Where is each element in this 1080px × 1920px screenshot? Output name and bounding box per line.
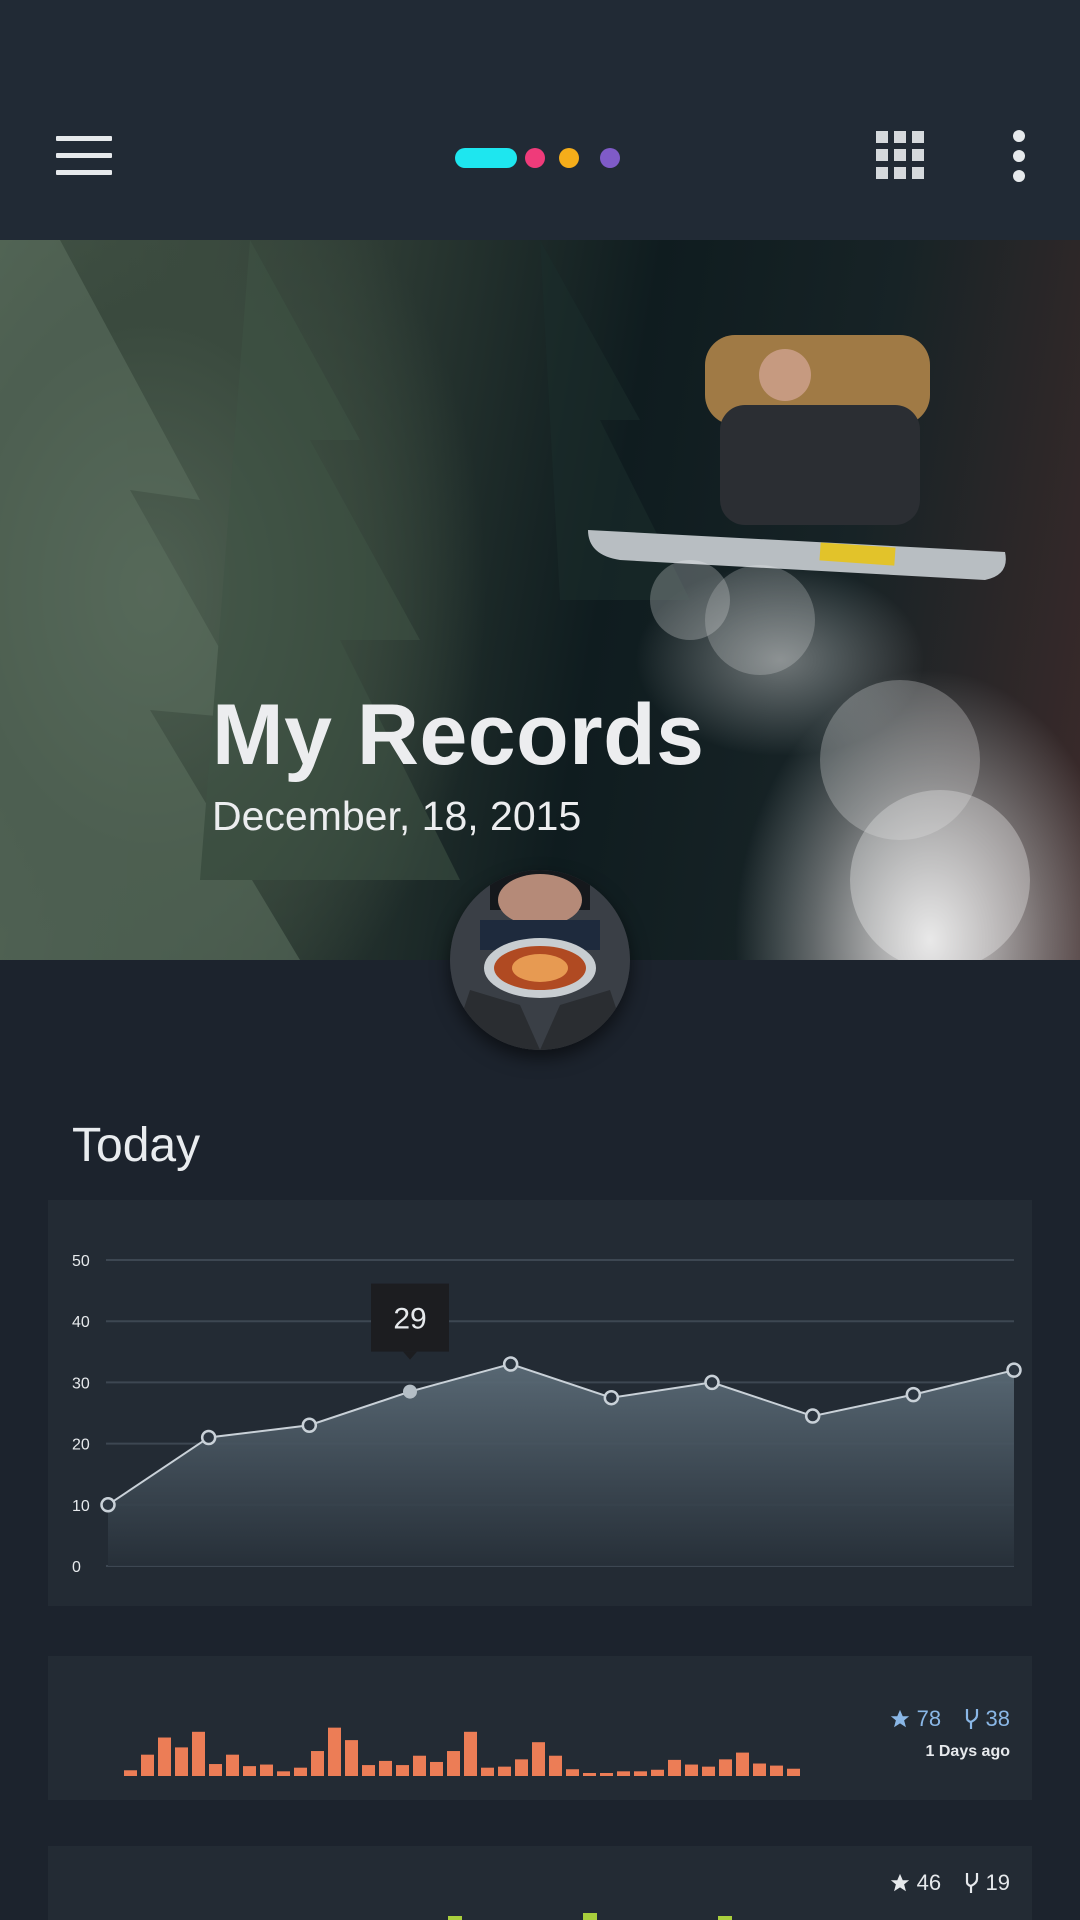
activity-bar xyxy=(413,1755,426,1776)
activity-bar xyxy=(583,1773,596,1776)
activity-bar xyxy=(192,1731,205,1776)
area-fill xyxy=(108,1364,1014,1566)
fork-count-value: 38 xyxy=(985,1706,1010,1731)
data-point[interactable] xyxy=(603,1389,620,1406)
y-tick-label: 40 xyxy=(72,1314,90,1331)
activity-bar xyxy=(498,1766,511,1776)
activity-bar xyxy=(243,1766,256,1776)
activity-bar xyxy=(294,1767,307,1776)
activity-bar xyxy=(719,1759,732,1776)
avatar[interactable] xyxy=(450,870,630,1050)
activity-bar xyxy=(753,1763,766,1776)
fork-count: 19 xyxy=(964,1870,1010,1896)
more-vertical-icon[interactable] xyxy=(1010,130,1028,182)
activity-bar xyxy=(566,1769,579,1776)
tooltip-value: 29 xyxy=(393,1303,426,1336)
activity-bar xyxy=(226,1754,239,1776)
star-count-value: 46 xyxy=(916,1870,942,1895)
apps-grid-icon[interactable] xyxy=(876,131,924,179)
star-count: 78 xyxy=(889,1706,941,1732)
data-point[interactable] xyxy=(704,1374,720,1391)
activity-stats: 46 19 xyxy=(871,1870,1010,1899)
activity-bar xyxy=(175,1747,188,1776)
hero-photo xyxy=(0,240,1030,960)
activity-bar xyxy=(345,1740,358,1776)
fork-icon xyxy=(965,1709,978,1729)
activity-bar xyxy=(787,1768,800,1776)
time-ago: 1 Days ago xyxy=(925,1743,1010,1760)
activity-bar xyxy=(464,1731,477,1776)
activity-bar xyxy=(668,1759,681,1776)
activity-stats: 78 38 1 Days ago xyxy=(871,1706,1010,1761)
data-point[interactable] xyxy=(200,1429,217,1446)
y-tick-label: 10 xyxy=(72,1498,90,1515)
fork-count-value: 19 xyxy=(985,1870,1010,1895)
hamburger-menu-icon[interactable] xyxy=(56,136,112,176)
star-count: 46 xyxy=(889,1870,941,1896)
activity-bar xyxy=(481,1767,494,1776)
activity-card[interactable]: 78 38 1 Days ago xyxy=(48,1656,1032,1800)
activity-bar xyxy=(124,1770,137,1776)
activity-bar xyxy=(600,1773,613,1776)
activity-bar xyxy=(396,1765,409,1776)
page-date: December, 18, 2015 xyxy=(212,793,582,839)
activity-bar xyxy=(634,1771,647,1776)
activity-bar xyxy=(260,1764,273,1776)
records-chart: 0 10 20 30 40 50 29 xyxy=(48,1200,1032,1606)
star-icon xyxy=(890,1709,909,1728)
fork-count: 38 xyxy=(964,1706,1010,1732)
page-title: My Records xyxy=(212,687,705,783)
data-point-selected[interactable] xyxy=(403,1384,417,1399)
activity-bar xyxy=(651,1769,664,1776)
page-indicator-active[interactable] xyxy=(455,148,517,168)
data-point[interactable] xyxy=(502,1356,519,1372)
activity-bar xyxy=(362,1765,375,1776)
fork-icon xyxy=(965,1873,978,1893)
data-point[interactable] xyxy=(301,1417,318,1433)
activity-card[interactable]: 46 19 xyxy=(48,1846,1032,1920)
activity-bar xyxy=(736,1752,749,1776)
hero-banner: My Records December, 18, 2015 xyxy=(0,240,1080,960)
data-point[interactable] xyxy=(100,1497,116,1513)
y-tick-label: 30 xyxy=(72,1375,90,1392)
area-chart: 0 10 20 30 40 50 29 xyxy=(72,1253,1022,1576)
page-indicator-dot[interactable] xyxy=(600,148,620,168)
activity-bar xyxy=(685,1764,698,1776)
tooltip-arrow xyxy=(403,1351,417,1360)
activity-bar xyxy=(209,1764,222,1776)
activity-bar xyxy=(770,1765,783,1776)
avatar-image xyxy=(450,870,630,1050)
y-tick-label: 20 xyxy=(72,1437,90,1454)
activity-bar xyxy=(158,1737,171,1776)
star-icon xyxy=(890,1873,909,1892)
activity-bar xyxy=(430,1761,443,1776)
data-point[interactable] xyxy=(1006,1362,1022,1378)
data-point[interactable] xyxy=(905,1386,922,1403)
activity-bar xyxy=(515,1759,528,1776)
app-bar xyxy=(0,0,1080,240)
activity-bar xyxy=(532,1742,545,1776)
page-indicator-dot[interactable] xyxy=(559,148,579,168)
activity-bar xyxy=(141,1754,154,1776)
activity-bar xyxy=(328,1727,341,1776)
activity-bar xyxy=(549,1755,562,1776)
star-count-value: 78 xyxy=(916,1706,942,1731)
activity-bar xyxy=(617,1771,630,1776)
y-tick-label: 50 xyxy=(72,1253,90,1270)
activity-bar xyxy=(447,1751,460,1776)
activity-bar xyxy=(702,1766,715,1776)
page-indicator-dot[interactable] xyxy=(525,148,545,168)
activity-bar xyxy=(311,1751,324,1776)
data-point[interactable] xyxy=(804,1408,821,1424)
section-title-today: Today xyxy=(72,1119,201,1172)
y-tick-label: 0 xyxy=(72,1559,81,1576)
activity-bar xyxy=(379,1760,392,1776)
activity-bar xyxy=(277,1771,290,1776)
snowboarder xyxy=(588,335,1006,580)
